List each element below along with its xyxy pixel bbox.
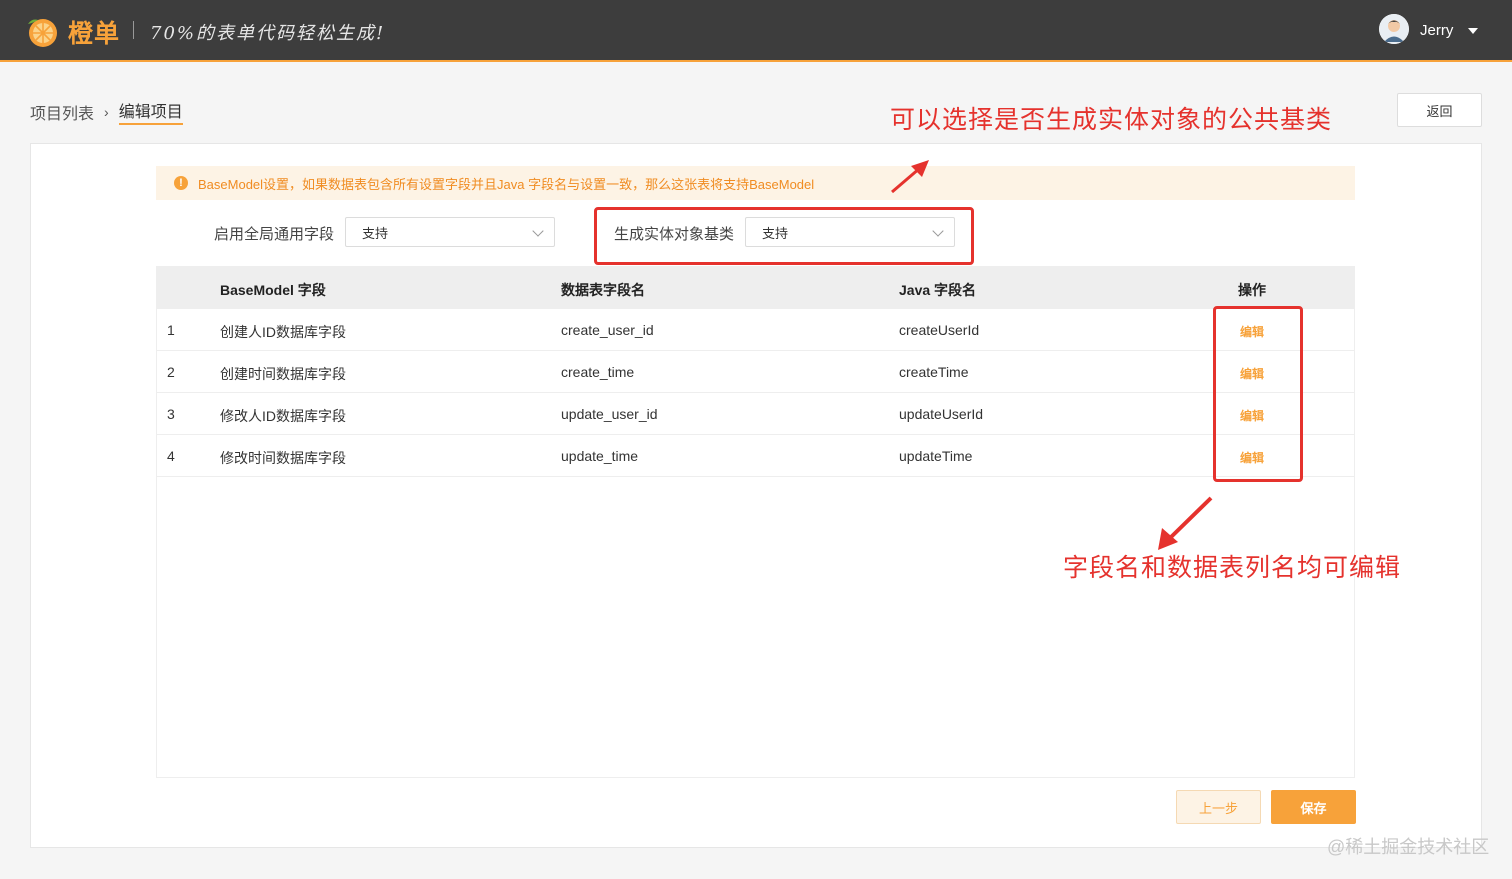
row-field: 修改人ID数据库字段 — [220, 408, 346, 424]
row-java: updateUserId — [899, 406, 984, 422]
header-divider — [133, 21, 134, 39]
annotation-bottom: 字段名和数据表列名均可编辑 — [1063, 554, 1402, 582]
chevron-down-icon — [532, 225, 544, 237]
row-java: createUserId — [899, 322, 980, 338]
annotation-top: 可以选择是否生成实体对象的公共基类 — [890, 106, 1333, 134]
col-java-field: Java 字段名 — [899, 282, 977, 298]
row-index: 3 — [167, 406, 175, 422]
save-button[interactable]: 保存 — [1271, 790, 1356, 824]
row-field: 创建时间数据库字段 — [220, 366, 346, 382]
table-row: 3 修改人ID数据库字段 update_user_id updateUserId… — [156, 393, 1355, 435]
row-field: 修改时间数据库字段 — [220, 450, 346, 466]
row-column: update_time — [561, 448, 639, 464]
row-index: 1 — [167, 322, 175, 338]
row-index: 2 — [167, 364, 175, 380]
row-column: update_user_id — [561, 406, 658, 422]
user-avatar[interactable] — [1379, 14, 1409, 44]
table-header: BaseModel 字段 数据表字段名 Java 字段名 操作 — [156, 266, 1355, 309]
row-java: updateTime — [899, 448, 973, 464]
avatar-person-icon — [1379, 14, 1409, 44]
global-fields-value: 支持 — [362, 225, 389, 241]
col-basemodel-field: BaseModel 字段 — [220, 282, 326, 298]
breadcrumb: 项目列表 › 编辑项目 — [30, 98, 183, 125]
table-row: 2 创建时间数据库字段 create_time createTime 编辑 — [156, 351, 1355, 393]
brand-name[interactable]: 橙单 — [68, 14, 120, 50]
notice-banner: ! BaseModel设置，如果数据表包含所有设置字段并且Java 字段名与设置… — [156, 166, 1355, 200]
annotation-highlight-edit-links — [1213, 306, 1303, 482]
table-row: 1 创建人ID数据库字段 create_user_id createUserId… — [156, 309, 1355, 351]
prev-step-button[interactable]: 上一步 — [1176, 790, 1261, 824]
row-index: 4 — [167, 448, 175, 464]
orange-logo-icon — [28, 19, 57, 47]
row-column: create_user_id — [561, 322, 654, 338]
username[interactable]: Jerry — [1420, 22, 1453, 39]
col-action: 操作 — [1238, 282, 1266, 298]
header-slogan: 70%的表单代码轻松生成! — [150, 23, 386, 44]
row-field: 创建人ID数据库字段 — [220, 324, 346, 340]
col-db-column: 数据表字段名 — [561, 282, 645, 298]
table-row: 4 修改时间数据库字段 update_time updateTime 编辑 — [156, 435, 1355, 477]
top-bar: 橙单 70%的表单代码轻松生成! Jerry — [0, 0, 1512, 62]
warning-icon: ! — [174, 176, 188, 190]
global-fields-select[interactable]: 支持 — [345, 217, 555, 247]
breadcrumb-current: 编辑项目 — [118, 98, 183, 125]
row-column: create_time — [561, 364, 635, 380]
annotation-highlight-base-class — [594, 207, 974, 265]
global-fields-label: 启用全局通用字段 — [214, 226, 335, 243]
row-java: createTime — [899, 364, 969, 380]
breadcrumb-project-list[interactable]: 项目列表 — [30, 100, 94, 124]
user-menu-chevron-down-icon[interactable] — [1468, 28, 1478, 34]
breadcrumb-chevron-right-icon: › — [104, 103, 109, 120]
notice-text: BaseModel设置，如果数据表包含所有设置字段并且Java 字段名与设置一致… — [198, 176, 815, 192]
back-button[interactable]: 返回 — [1397, 93, 1482, 127]
watermark: @稀土掘金技术社区 — [1327, 837, 1490, 857]
